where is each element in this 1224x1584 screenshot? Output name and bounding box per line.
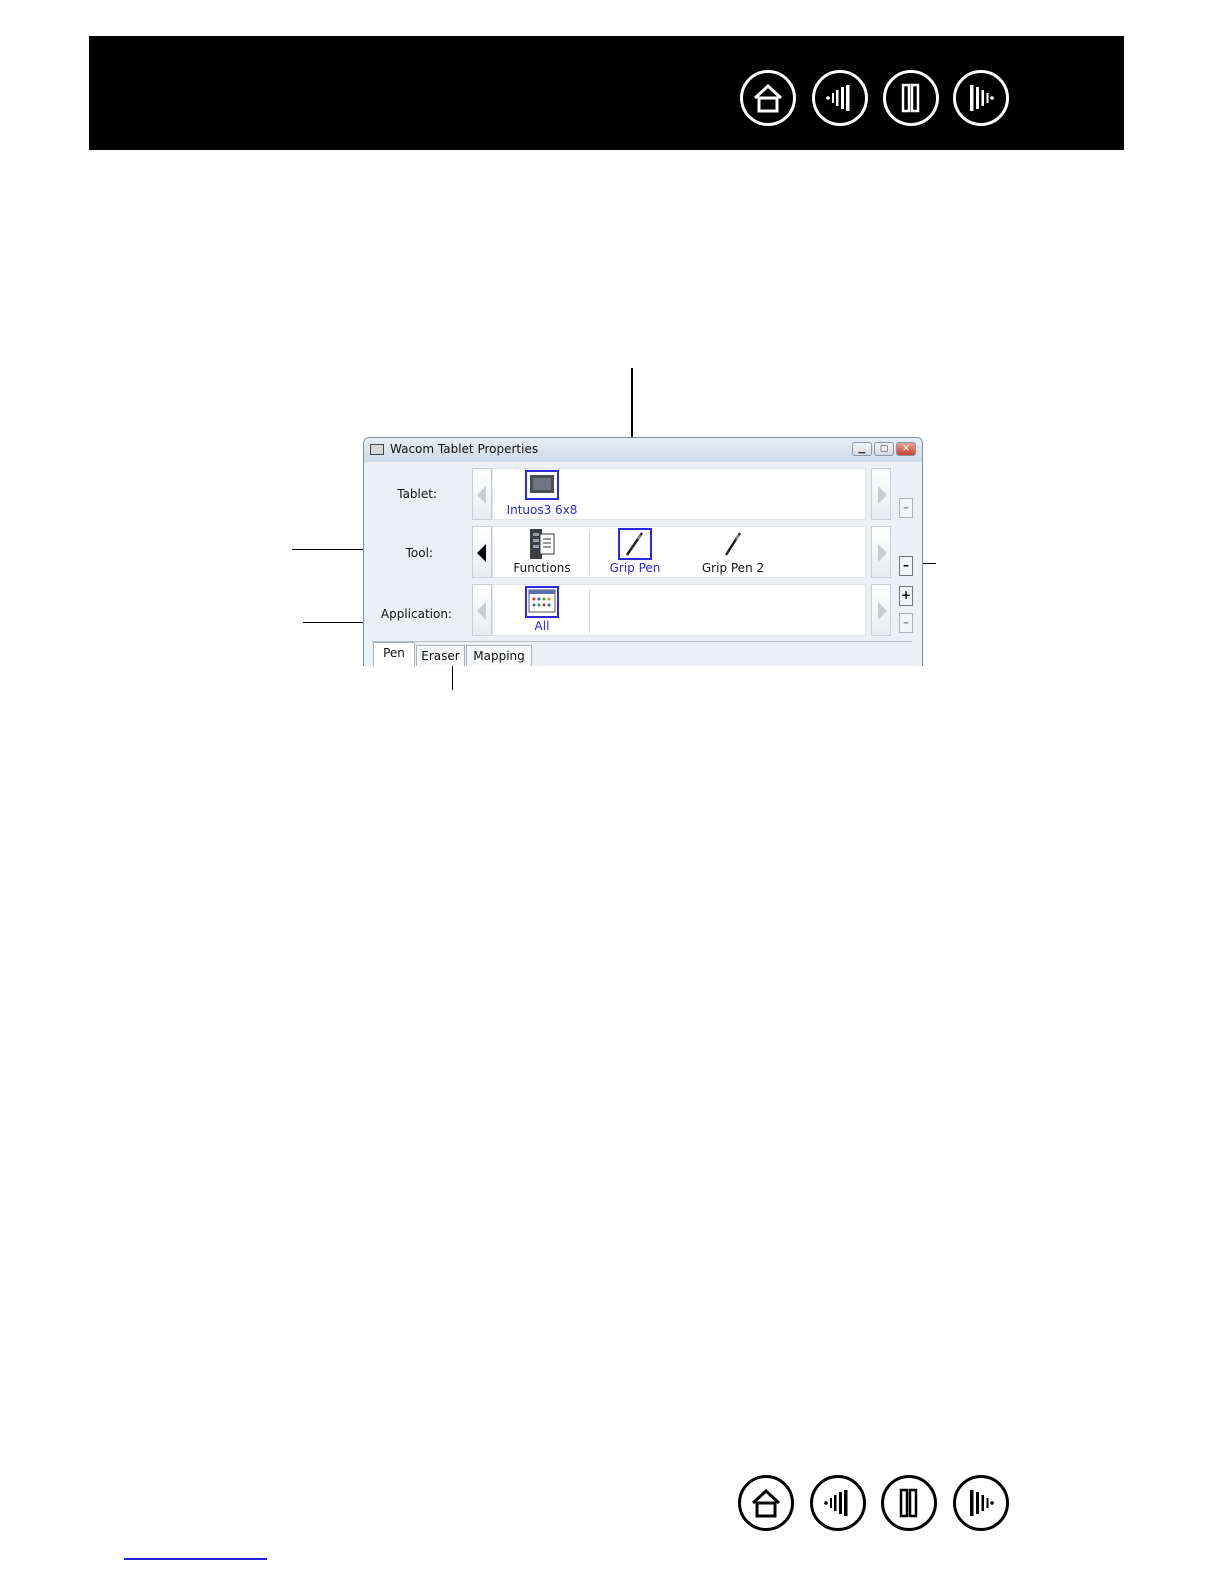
index-button[interactable] [883,70,939,126]
home-button[interactable] [738,1475,794,1531]
application-add-button[interactable]: + [899,586,913,606]
index-icon [899,1488,918,1518]
maximize-icon[interactable]: ▢ [874,442,894,456]
title-bar: Wacom Tablet Properties ▁ ▢ ✕ [364,438,922,462]
tool-label: Tool: [405,546,433,560]
next-page-icon [970,1490,994,1516]
home-icon [753,83,783,113]
next-page-icon [970,85,994,111]
contents-button[interactable] [812,70,868,126]
application-list: All [492,584,866,636]
index-button[interactable] [881,1475,937,1531]
functions-icon [530,529,555,559]
minimize-icon[interactable]: ▁ [852,442,872,456]
index-icon [901,83,920,113]
next-page-button[interactable] [953,70,1009,126]
tablet-scroll-right[interactable] [871,468,891,520]
application-separator [589,589,590,633]
tablet-scroll-left[interactable] [472,468,492,520]
application-remove-button[interactable]: – [899,613,913,633]
application-scroll-right[interactable] [871,584,891,636]
contents-icon [824,1490,848,1516]
dialog-title: Wacom Tablet Properties [390,442,539,456]
tablet-item-intuos3[interactable]: Intuos3 6x8 [497,469,587,519]
application-item-all[interactable]: All [497,585,587,635]
tool-scroll-left[interactable] [472,526,492,578]
application-label: Application: [380,607,452,621]
contents-button[interactable] [810,1475,866,1531]
tablet-remove-button[interactable]: – [899,498,913,518]
tab-eraser[interactable]: Eraser [416,645,465,666]
window-icon [370,444,384,455]
home-button[interactable] [740,70,796,126]
tool-item-label: Grip Pen 2 [701,561,765,575]
settings-tabs: Pen Eraser Mapping [372,641,912,666]
tool-item-grip-pen[interactable]: Grip Pen [593,527,677,577]
tablet-icon [525,470,559,500]
tab-pen[interactable]: Pen [373,642,415,666]
tablet-label: Tablet: [397,487,437,501]
application-item-label: All [534,619,550,633]
next-page-button[interactable] [953,1475,1009,1531]
tablet-item-label: Intuos3 6x8 [506,503,578,517]
tool-scroll-right[interactable] [871,526,891,578]
home-icon [751,1488,781,1518]
tool-item-label: Grip Pen [609,561,661,575]
tool-item-functions[interactable]: Functions [497,527,587,577]
pen-icon [618,528,652,560]
tool-list: Functions Grip Pen Grip Pen 2 [492,526,866,578]
close-icon[interactable]: ✕ [896,442,916,456]
footer-link-underline[interactable] [124,1558,267,1560]
tablet-list: Intuos3 6x8 [492,468,866,520]
wacom-properties-dialog: Wacom Tablet Properties ▁ ▢ ✕ Tablet: In… [363,437,923,666]
application-scroll-left[interactable] [472,584,492,636]
pen-icon [724,532,742,556]
tab-mapping[interactable]: Mapping [466,645,532,666]
tool-separator [589,531,590,575]
tool-item-grip-pen-2[interactable]: Grip Pen 2 [683,527,783,577]
callout-line-tabs [452,663,453,690]
tool-remove-button[interactable]: – [899,556,913,576]
contents-icon [826,85,850,111]
application-icon [525,586,559,618]
tool-item-label: Functions [513,561,571,575]
